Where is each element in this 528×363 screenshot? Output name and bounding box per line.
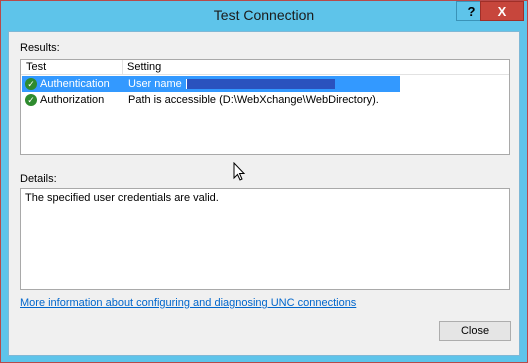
close-button[interactable]: Close xyxy=(439,321,511,341)
unc-help-link[interactable]: More information about configuring and d… xyxy=(20,297,356,309)
window-close-button[interactable]: X xyxy=(480,1,524,21)
dialog-client-area: Results: Test Setting ✓ Authentication U… xyxy=(8,31,520,356)
row-setting: User name xyxy=(128,78,335,90)
row-setting-text: Path is accessible (D:\WebXchange\WebDir… xyxy=(128,94,379,106)
redacted-username xyxy=(185,79,335,90)
details-text: The specified user credentials are valid… xyxy=(25,192,219,204)
results-row-authorization[interactable]: ✓ Authorization Path is accessible (D:\W… xyxy=(22,92,400,108)
check-icon: ✓ xyxy=(25,94,37,106)
row-setting-text: User name xyxy=(128,78,182,90)
column-header-setting[interactable]: Setting xyxy=(127,61,161,73)
mouse-cursor-icon xyxy=(233,162,246,181)
details-label: Details: xyxy=(20,173,57,185)
results-label: Results: xyxy=(20,42,60,54)
row-test-name: Authorization xyxy=(40,94,105,106)
check-icon: ✓ xyxy=(25,78,37,90)
column-separator[interactable] xyxy=(122,60,123,74)
results-row-authentication[interactable]: ✓ Authentication User name xyxy=(22,76,400,92)
test-connection-dialog: Test Connection ? X Results: Test Settin… xyxy=(0,0,528,363)
row-test-name: Authentication xyxy=(40,78,110,90)
title-bar[interactable]: Test Connection ? X xyxy=(1,1,527,31)
window-title: Test Connection xyxy=(213,7,315,23)
results-header: Test Setting xyxy=(21,60,509,75)
column-header-test[interactable]: Test xyxy=(26,61,46,73)
results-list[interactable]: Test Setting ✓ Authentication User name … xyxy=(20,59,510,181)
details-textbox[interactable]: The specified user credentials are valid… xyxy=(20,188,510,290)
